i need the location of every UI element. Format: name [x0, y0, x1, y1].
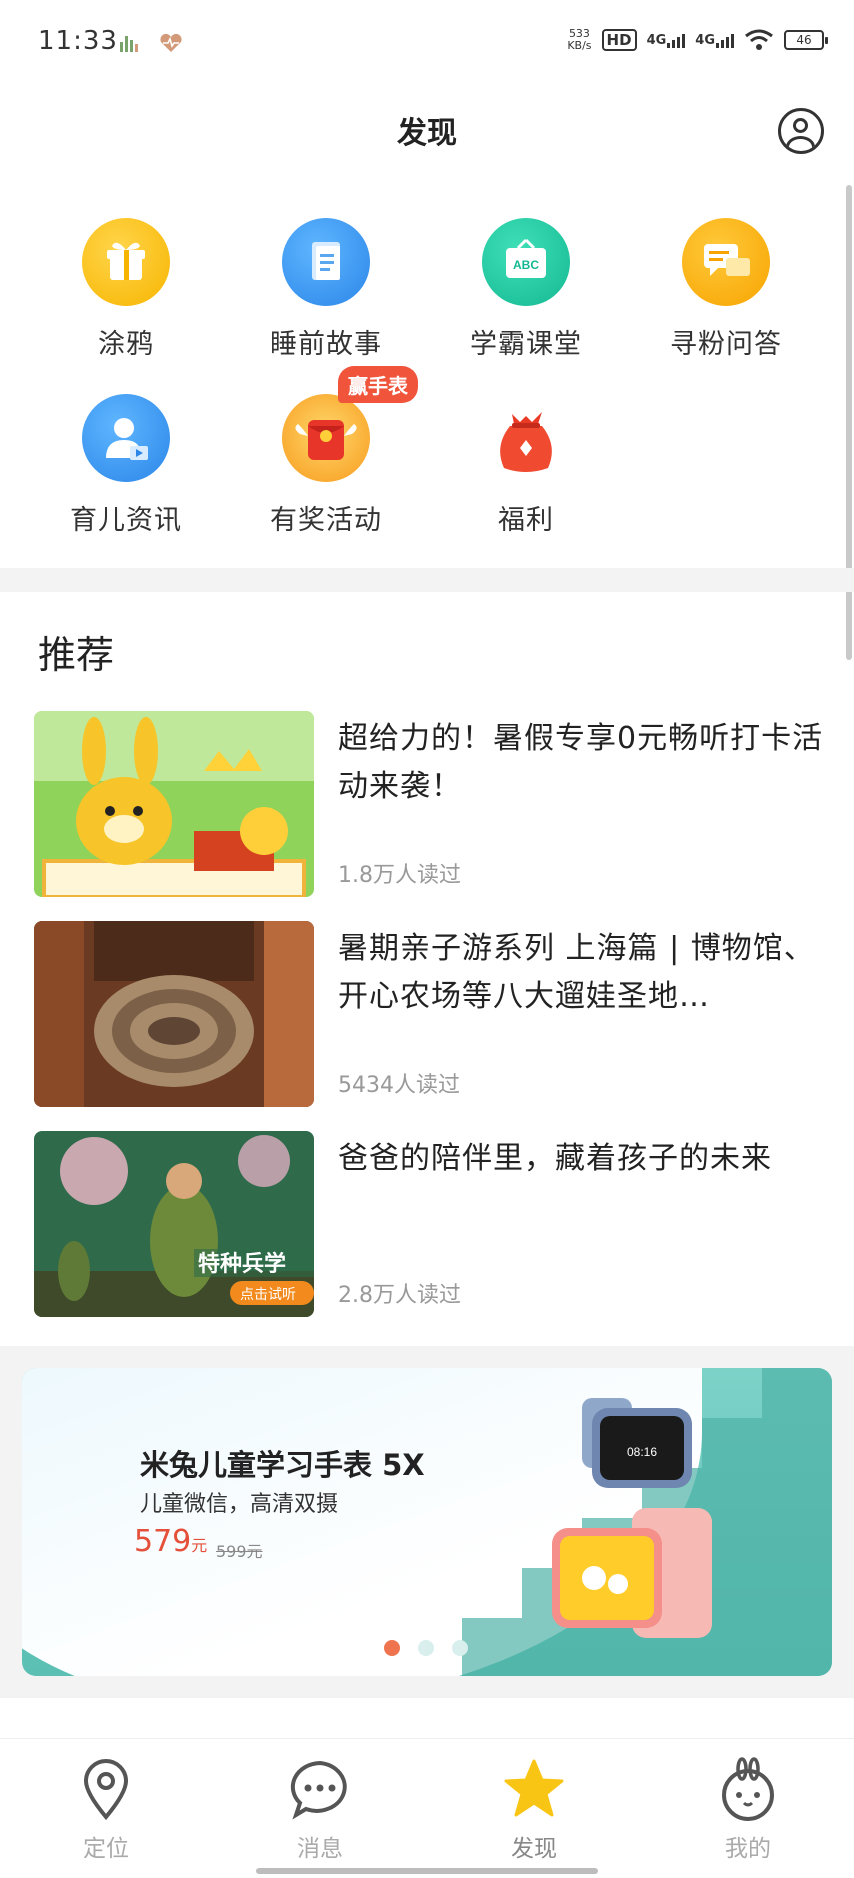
banner-old-price: 599元	[216, 1542, 263, 1561]
home-indicator[interactable]	[256, 1868, 598, 1874]
article-title: 暑期亲子游系列 上海篇 | 博物馆、开心农场等八大遛娃圣地…	[338, 931, 815, 1014]
red-envelope-icon	[282, 394, 370, 482]
article-read-count: 2.8万人读过	[338, 1283, 461, 1308]
nav-item-messages[interactable]: 消息	[250, 1757, 390, 1863]
profile-button[interactable]	[778, 108, 824, 154]
grid-item-bedtime-stories[interactable]: 睡前故事	[241, 218, 411, 361]
carousel-dot[interactable]	[384, 1640, 400, 1656]
star-icon	[502, 1757, 566, 1821]
grid-item-parenting-news[interactable]: 育儿资讯	[41, 394, 211, 537]
chat-bubbles-icon	[682, 218, 770, 306]
nav-label: 定位	[83, 1836, 129, 1862]
bunny-face-icon	[716, 1757, 780, 1821]
grid-item-prize-events[interactable]: 有奖活动	[241, 394, 411, 537]
message-bubble-icon	[288, 1757, 352, 1821]
promo-banner[interactable]: 08:16 米兔儿童学习手表 5X 儿童微信，高清双摄 579元 599元	[22, 1368, 832, 1676]
grid-label: 涂鸦	[98, 329, 154, 360]
article-thumbnail: 特种兵学 点击试听	[34, 1131, 314, 1317]
nav-label: 我的	[725, 1836, 771, 1862]
battery-icon: 46	[784, 30, 828, 50]
network-speed: 533 KB/s	[567, 28, 591, 52]
banner-title: 米兔儿童学习手表 5X	[140, 1448, 425, 1482]
status-time: 11:33	[38, 26, 118, 56]
article-title: 超给力的！暑假专享0元畅听打卡活动来袭！	[338, 721, 824, 804]
article-item[interactable]: 超给力的！暑假专享0元畅听打卡活动来袭！ 1.8万人读过	[34, 711, 834, 897]
signal-sim2-icon: 4G	[695, 33, 734, 48]
svg-text:ABC: ABC	[513, 258, 539, 272]
speed-unit: KB/s	[567, 39, 592, 52]
lucky-bag-icon	[482, 394, 570, 482]
signal-sim1-icon: 4G	[647, 33, 686, 48]
page-title: 发现	[397, 116, 457, 151]
header: 发现	[0, 86, 854, 176]
carousel-dot[interactable]	[418, 1640, 434, 1656]
banner-subtitle: 儿童微信，高清双摄	[140, 1492, 339, 1517]
grid-label: 福利	[498, 505, 554, 536]
carousel-dot[interactable]	[452, 1640, 468, 1656]
hd-voice-icon: HD	[601, 29, 637, 51]
thumb-overlay-text: 特种兵学	[198, 1251, 286, 1277]
parent-video-icon	[82, 394, 170, 482]
grid-label: 育儿资讯	[70, 505, 182, 536]
nav-item-mine[interactable]: 我的	[678, 1757, 818, 1863]
grid-item-welfare[interactable]: 福利	[441, 394, 611, 537]
location-pin-icon	[74, 1757, 138, 1821]
status-bar: 11:33 533 KB/s HD 4G 4G 46	[0, 0, 854, 80]
thumb-listen-button: 点击试听	[240, 1287, 296, 1303]
nav-label: 消息	[297, 1836, 343, 1862]
grid-label: 学霸课堂	[470, 329, 582, 360]
grid-label: 睡前故事	[270, 329, 382, 360]
grid-item-fan-qa[interactable]: 寻粉问答	[641, 218, 811, 361]
health-heart-icon	[160, 33, 182, 52]
banner-price: 579元	[134, 1524, 207, 1559]
section-divider	[0, 568, 854, 592]
user-icon-body	[786, 136, 815, 151]
price-unit: 元	[191, 1536, 208, 1555]
status-left-icons	[118, 32, 184, 54]
sim2-label: 4G	[695, 32, 715, 48]
user-icon-head	[793, 118, 808, 133]
grid-item-doodle[interactable]: 涂鸦	[41, 218, 211, 361]
article-title: 爸爸的陪伴里，藏着孩子的未来	[338, 1141, 772, 1176]
article-item[interactable]: 特种兵学 点击试听 爸爸的陪伴里，藏着孩子的未来 2.8万人读过	[34, 1131, 834, 1317]
price-value: 579	[134, 1524, 192, 1559]
sim1-label: 4G	[646, 32, 667, 48]
status-right-icons: 533 KB/s HD 4G 4G 46	[567, 28, 828, 52]
grid-item-classroom[interactable]: ABC 学霸课堂	[441, 218, 611, 361]
article-thumbnail	[34, 711, 314, 897]
recommend-heading: 推荐	[38, 633, 115, 677]
wifi-icon	[745, 29, 773, 50]
nav-item-location[interactable]: 定位	[36, 1757, 176, 1863]
nav-label: 发现	[511, 1836, 557, 1862]
gift-icon	[82, 218, 170, 306]
activity-icon	[120, 36, 138, 52]
watch-time: 08:16	[627, 1445, 657, 1459]
article-thumbnail	[34, 921, 314, 1107]
abc-board-icon: ABC	[482, 218, 570, 306]
carousel-dots	[384, 1640, 468, 1656]
article-read-count: 5434人读过	[338, 1073, 460, 1098]
book-icon	[282, 218, 370, 306]
bottom-nav: 定位 消息 发现 我的	[0, 1738, 854, 1878]
grid-label: 寻粉问答	[670, 329, 782, 360]
article-read-count: 1.8万人读过	[338, 863, 461, 888]
article-item[interactable]: 暑期亲子游系列 上海篇 | 博物馆、开心农场等八大遛娃圣地… 5434人读过	[34, 921, 834, 1107]
smartwatch-image: 08:16	[552, 1398, 712, 1638]
win-watch-badge: 赢手表	[338, 366, 418, 403]
nav-item-discover[interactable]: 发现	[464, 1757, 604, 1863]
grid-label: 有奖活动	[270, 505, 382, 536]
